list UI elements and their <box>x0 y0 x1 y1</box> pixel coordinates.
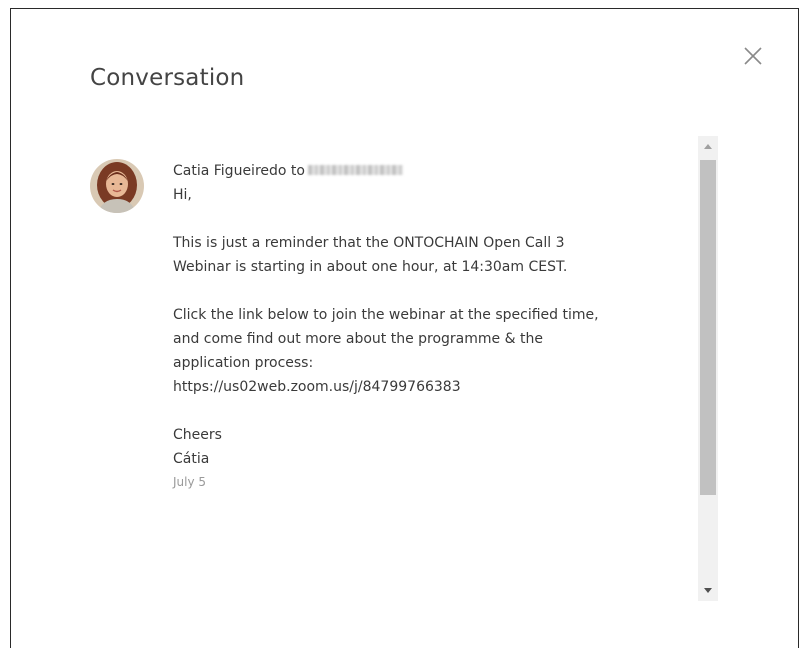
dialog-title: Conversation <box>90 65 245 91</box>
paragraph2-line1: Click the link below to join the webinar… <box>173 307 599 323</box>
message-scrollbar[interactable] <box>698 136 718 601</box>
scroll-down-arrow-icon <box>704 588 712 593</box>
message-date: July 5 <box>173 475 207 489</box>
scroll-up-button[interactable] <box>698 136 718 158</box>
greeting-line: Hi, <box>173 187 192 203</box>
paragraph1-line1: This is just a reminder that the ONTOCHA… <box>173 235 565 251</box>
paragraph2-line3: application process: <box>173 355 314 371</box>
closing-line: Cheers <box>173 427 222 443</box>
avatar <box>90 159 144 213</box>
message-header: Catia Figueiredo to <box>173 159 733 183</box>
scroll-thumb[interactable] <box>700 160 716 495</box>
to-word: to <box>290 163 305 179</box>
scroll-down-button[interactable] <box>698 579 718 601</box>
message-body: Catia Figueiredo to Hi, This is just a r… <box>173 159 733 495</box>
sender-name: Catia Figueiredo <box>173 163 287 179</box>
conversation-dialog: Conversation Catia Figueiredo to Hi, Thi… <box>10 8 799 648</box>
paragraph2-line2: and come find out more about the program… <box>173 331 543 347</box>
scroll-up-arrow-icon <box>704 144 712 149</box>
paragraph1-line2: Webinar is starting in about one hour, a… <box>173 259 568 275</box>
avatar-photo <box>90 159 144 213</box>
close-button[interactable] <box>740 43 766 69</box>
recipient-redacted <box>307 164 403 175</box>
webinar-link[interactable]: https://us02web.zoom.us/j/84799766383 <box>173 375 733 399</box>
close-icon <box>744 47 762 65</box>
signature-line: Cátia <box>173 451 210 467</box>
